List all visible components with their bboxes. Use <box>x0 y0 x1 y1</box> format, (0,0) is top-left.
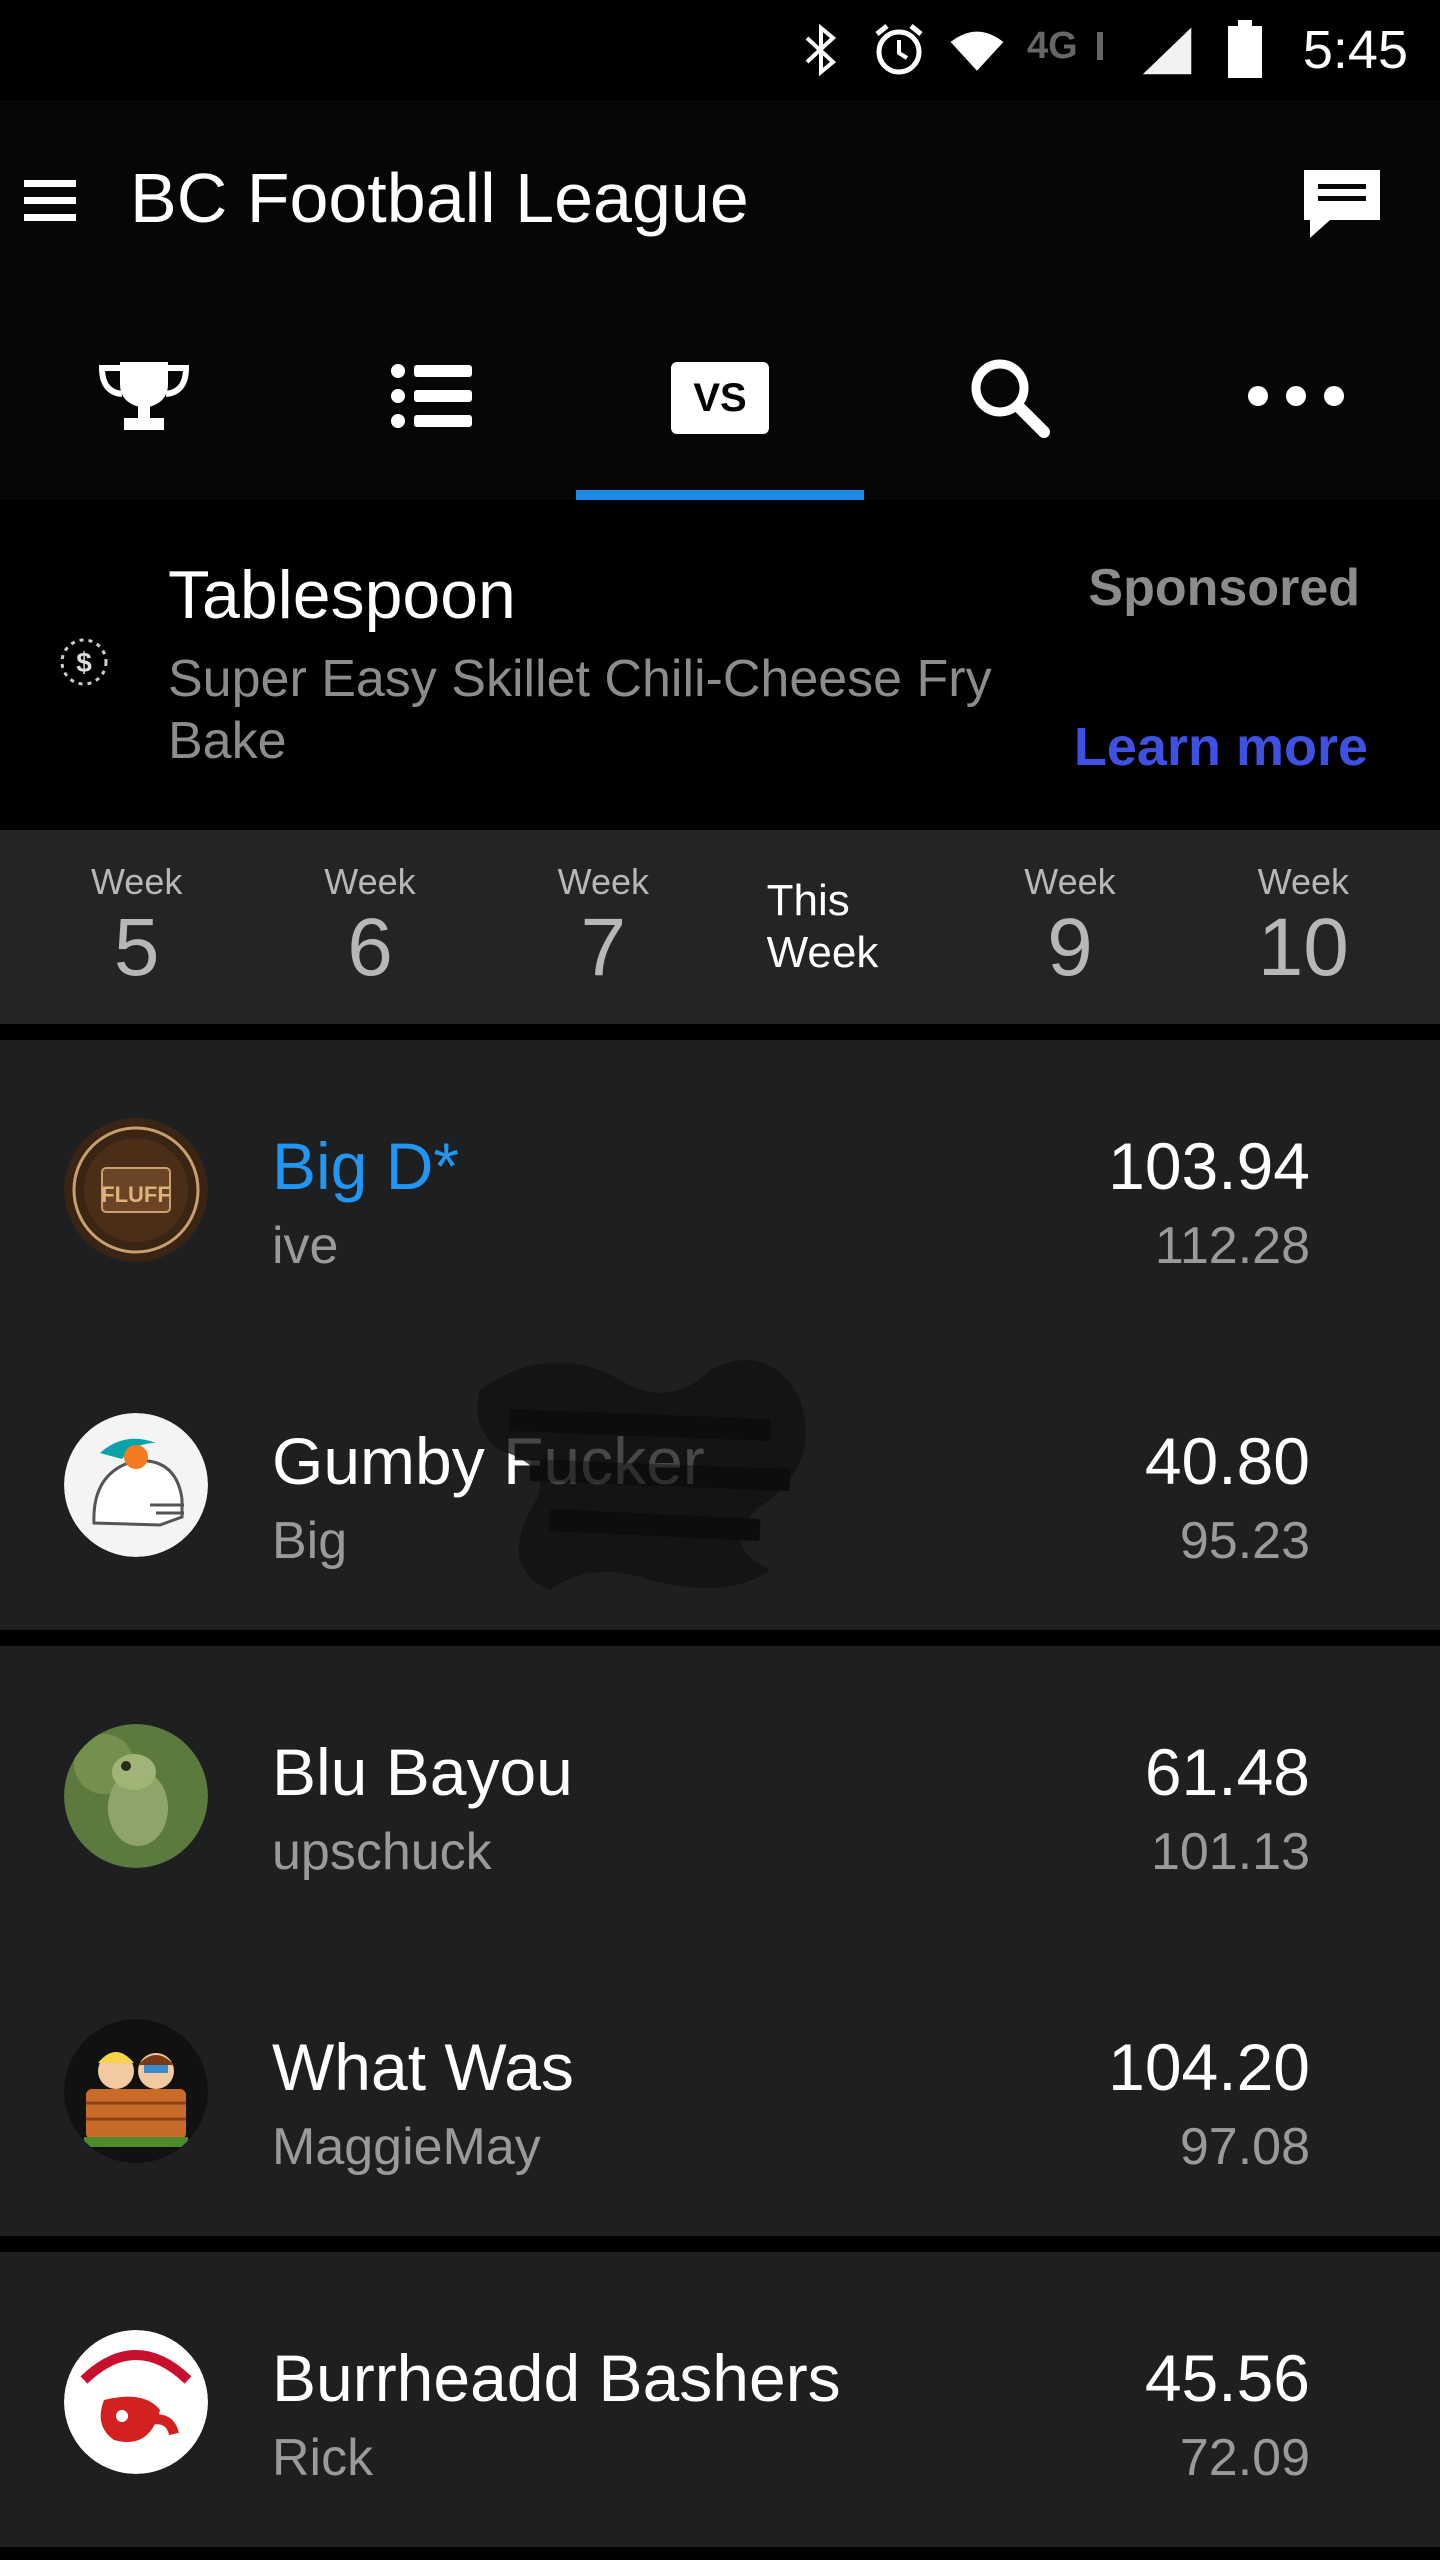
sponsored-ad[interactable]: $ Tablespoon Super Easy Skillet Chili-Ch… <box>0 500 1440 830</box>
week-number: 5 <box>113 902 160 993</box>
tab-bar: VS <box>0 296 1440 500</box>
sponsored-label: Sponsored <box>1088 559 1360 617</box>
team-row[interactable]: What Was MaggieMay 104.20 97.08 <box>0 1941 1440 2236</box>
list-icon <box>390 361 474 436</box>
app-bar: BC Football League <box>0 100 1440 296</box>
week-current[interactable]: This Week <box>720 830 953 1024</box>
owner-name: Rick <box>272 2429 374 2487</box>
week-label: Week <box>1024 861 1116 902</box>
matchup-card[interactable]: Burrheadd Bashers Rick 45.56 72.09 <box>0 2252 1440 2547</box>
team-avatar <box>64 2019 208 2163</box>
week-7[interactable]: Week 7 <box>487 830 720 1024</box>
search-icon <box>966 354 1050 443</box>
projected-score: 72.09 <box>1179 2429 1310 2487</box>
ad-dollar-icon: $ <box>52 630 116 699</box>
bluetooth-icon <box>793 22 849 78</box>
projected-score: 97.08 <box>1179 2118 1310 2176</box>
team-avatar: FLUFF <box>64 1118 208 1262</box>
team-score: 104.20 <box>1108 2030 1310 2104</box>
week-label: Week <box>324 861 416 902</box>
team-row[interactable]: Blu Bayou upschuck 61.48 101.13 <box>0 1646 1440 1941</box>
ad-description: Super Easy Skillet Chili-Cheese Fry Bake <box>168 650 992 770</box>
owner-name: Big <box>272 1512 348 1570</box>
chat-icon[interactable] <box>1300 166 1384 242</box>
tab-vs[interactable]: VS <box>576 296 864 500</box>
4g-lte-icon: 4G <box>1027 22 1117 78</box>
team-row[interactable]: Burrheadd Bashers Rick 45.56 72.09 <box>0 2252 1440 2547</box>
learn-more-link[interactable]: Learn more <box>1074 716 1368 778</box>
week-9[interactable]: Week 9 <box>953 830 1186 1024</box>
tab-more[interactable] <box>1152 296 1440 500</box>
week-10[interactable]: Week 10 <box>1187 830 1420 1024</box>
week-6[interactable]: Week 6 <box>253 830 486 1024</box>
week-selector: Week 5 Week 6 Week 7 This Week Week 9 We… <box>0 830 1440 1024</box>
redaction-scribble <box>470 1330 830 1610</box>
team-name: Big D* <box>272 1129 460 1203</box>
trophy-icon <box>96 358 192 439</box>
signal-icon <box>1139 22 1195 78</box>
matchup-card[interactable]: Blu Bayou upschuck 61.48 101.13 What Was… <box>0 1646 1440 2236</box>
battery-icon <box>1217 20 1273 78</box>
week-label: This Week <box>766 876 879 977</box>
page-title: BC Football League <box>130 159 749 237</box>
team-name: Burrheadd Bashers <box>272 2341 841 2415</box>
team-score: 40.80 <box>1144 1424 1310 1498</box>
status-bar: 4G 5:45 <box>0 0 1440 100</box>
week-label: Week <box>1257 861 1349 902</box>
owner-name: upschuck <box>272 1823 492 1881</box>
tab-search[interactable] <box>864 296 1152 500</box>
team-avatar <box>64 1724 208 1868</box>
tab-list[interactable] <box>288 296 576 500</box>
matchup-list: FLUFF Big D* ive 103.94 112.28 Gumby Fuc… <box>0 1024 1440 2547</box>
team-score: 61.48 <box>1144 1735 1310 1809</box>
team-name: Blu Bayou <box>272 1735 573 1809</box>
week-label: Week <box>557 861 649 902</box>
svg-text:FLUFF: FLUFF <box>101 1182 171 1207</box>
team-avatar <box>64 2330 208 2474</box>
week-number: 10 <box>1257 902 1349 993</box>
network-label: 4G <box>1027 25 1078 67</box>
projected-score: 101.13 <box>1150 1823 1310 1881</box>
team-score: 103.94 <box>1108 1129 1310 1203</box>
tab-trophy[interactable] <box>0 296 288 500</box>
projected-score: 112.28 <box>1154 1217 1310 1275</box>
projected-score: 95.23 <box>1179 1512 1310 1570</box>
tab-indicator <box>576 490 864 500</box>
week-number: 6 <box>347 902 393 993</box>
wifi-icon <box>949 22 1005 78</box>
owner-name: ive <box>272 1217 339 1275</box>
alarm-icon <box>871 22 927 78</box>
menu-icon[interactable] <box>20 170 80 230</box>
vs-label: VS <box>671 362 769 434</box>
team-name: What Was <box>272 2030 574 2104</box>
team-row[interactable]: FLUFF Big D* ive 103.94 112.28 <box>0 1040 1440 1335</box>
week-number: 7 <box>580 902 627 993</box>
week-label: Week <box>90 861 183 902</box>
owner-name: MaggieMay <box>272 2118 541 2176</box>
week-number: 9 <box>1047 902 1093 993</box>
team-score: 45.56 <box>1144 2341 1310 2415</box>
more-icon <box>1246 384 1346 413</box>
team-avatar <box>64 1413 208 1557</box>
ad-title: Tablespoon <box>168 557 516 633</box>
status-time: 5:45 <box>1302 20 1408 80</box>
week-5[interactable]: Week 5 <box>20 830 253 1024</box>
svg-text:$: $ <box>76 647 92 678</box>
